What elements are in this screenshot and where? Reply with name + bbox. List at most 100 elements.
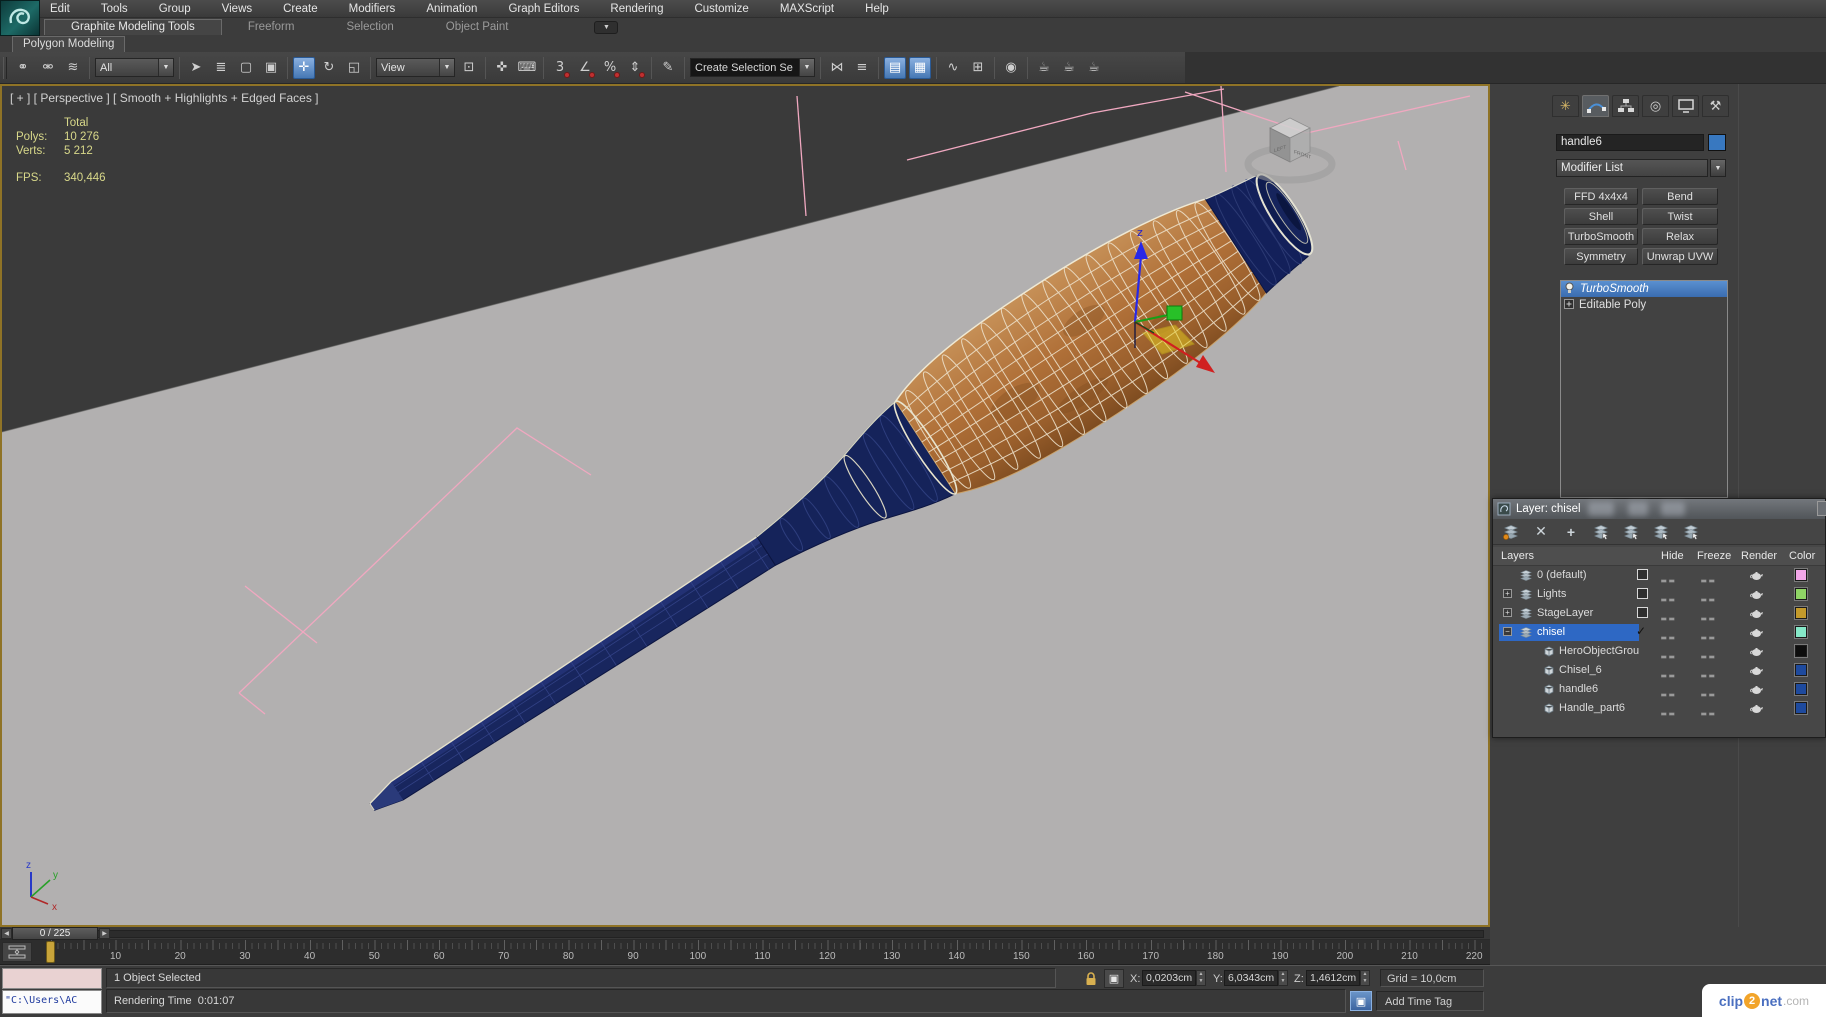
modifier-button-relax[interactable]: Relax xyxy=(1642,228,1718,245)
menu-animation[interactable]: Animation xyxy=(424,3,479,15)
spinner-snap-icon[interactable]: ⇕ xyxy=(624,57,646,79)
command-tab-hierarchy-tab[interactable] xyxy=(1612,95,1639,117)
render-toggle-teapot-icon[interactable] xyxy=(1749,589,1764,603)
hide-toggle[interactable] xyxy=(1660,707,1675,719)
modifier-button-ffd-4x4x4[interactable]: FFD 4x4x4 xyxy=(1564,188,1638,205)
layer-row-chisel[interactable]: − chisel ✓ xyxy=(1493,623,1825,642)
modifier-list-dropdown[interactable]: Modifier List xyxy=(1556,159,1708,177)
object-row-heroobjectgrou[interactable]: HeroObjectGrou xyxy=(1493,642,1825,661)
toolbar-grip[interactable] xyxy=(3,57,7,79)
current-layer-checkbox[interactable] xyxy=(1637,569,1648,580)
angle-snap-icon[interactable]: ∠ xyxy=(574,57,596,79)
select-by-name-icon[interactable]: ≣ xyxy=(210,57,232,79)
layer-manager-icon[interactable]: ▤ xyxy=(884,56,906,79)
command-tab-display-tab[interactable] xyxy=(1672,95,1699,117)
object-color-swatch[interactable] xyxy=(1708,134,1726,151)
render-toggle-teapot-icon[interactable] xyxy=(1749,627,1764,641)
modifier-button-twist[interactable]: Twist xyxy=(1642,208,1718,225)
menu-group[interactable]: Group xyxy=(157,3,193,15)
object-name-field[interactable]: handle6 xyxy=(1556,134,1704,151)
time-slider-track[interactable] xyxy=(12,930,1484,938)
object-row-handle6[interactable]: handle6 xyxy=(1493,680,1825,699)
layer-color-swatch[interactable] xyxy=(1794,568,1808,582)
select-and-manipulate-icon[interactable]: ✜ xyxy=(491,57,513,79)
menu-modifiers[interactable]: Modifiers xyxy=(347,3,398,15)
ribbon-overflow-dropdown-icon[interactable]: ▼ xyxy=(594,20,619,34)
modifier-button-unwrap-uvw[interactable]: Unwrap UVW xyxy=(1642,248,1718,265)
menu-help[interactable]: Help xyxy=(863,3,891,15)
y-spinner[interactable]: ▲ ▼ xyxy=(1278,970,1288,986)
render-toggle-teapot-icon[interactable] xyxy=(1749,570,1764,584)
maxscript-mini-listener[interactable]: "C:\Users\AC xyxy=(2,990,102,1014)
render-toggle-teapot-icon[interactable] xyxy=(1749,646,1764,660)
freeze-toggle[interactable] xyxy=(1700,707,1715,719)
bind-to-space-warp-icon[interactable]: ≋ xyxy=(62,57,84,79)
menu-edit[interactable]: Edit xyxy=(48,3,72,15)
maxscript-macro-recorder[interactable] xyxy=(2,968,102,989)
render-toggle-teapot-icon[interactable] xyxy=(1749,665,1764,679)
viewport-scene[interactable]: z LEFT FRONT z y x xyxy=(1,85,1488,925)
ribbon-tab-selection[interactable]: Selection xyxy=(320,20,419,35)
current-layer-checkbox[interactable] xyxy=(1637,607,1648,618)
ribbon-tab-graphite-modeling-tools[interactable]: Graphite Modeling Tools xyxy=(44,19,222,35)
collapse-minus-icon[interactable]: − xyxy=(1503,627,1512,636)
render-setup-icon[interactable]: ☕ xyxy=(1033,57,1055,79)
percent-snap-icon[interactable]: % xyxy=(599,57,621,79)
command-tab-motion-tab[interactable]: ◎ xyxy=(1642,95,1669,117)
menu-graph-editors[interactable]: Graph Editors xyxy=(506,3,581,15)
modifier-stack[interactable]: TurboSmooth Editable Poly xyxy=(1560,280,1728,498)
modifier-on-off-bulb-icon[interactable] xyxy=(1564,282,1575,297)
menu-tools[interactable]: Tools xyxy=(99,3,130,15)
viewport-label[interactable]: [ + ] [ Perspective ] [ Smooth + Highlig… xyxy=(10,91,319,105)
object-row-handle-part6[interactable]: Handle_part6 xyxy=(1493,699,1825,718)
unlink-selection-icon[interactable]: ⚮ xyxy=(37,57,59,79)
rectangular-selection-region-icon[interactable]: ▢ xyxy=(235,57,257,79)
layer-color-swatch[interactable] xyxy=(1794,701,1808,715)
menu-maxscript[interactable]: MAXScript xyxy=(778,3,836,15)
layer-color-swatch[interactable] xyxy=(1794,587,1808,601)
stack-item-turbosmooth[interactable]: TurboSmooth xyxy=(1561,281,1727,297)
window-crossing-icon[interactable]: ▣ xyxy=(260,57,282,79)
snaps-toggle-3d-icon[interactable]: 3 xyxy=(549,57,571,79)
add-selection-to-current-layer-icon[interactable]: + xyxy=(1561,523,1581,541)
y-coord-field[interactable]: 6,0343cm xyxy=(1224,970,1278,986)
align-icon[interactable]: ≡ xyxy=(851,57,873,79)
select-and-link-icon[interactable]: ⚭ xyxy=(12,57,34,79)
render-production-icon[interactable]: ☕ xyxy=(1083,57,1105,79)
layer-row-0-default-[interactable]: 0 (default) xyxy=(1493,566,1825,585)
expand-plus-icon[interactable]: + xyxy=(1503,608,1512,617)
track-bar[interactable]: 10 20 30 40 50 60 70 80 90 100 110 120 130 140 150 160 1… xyxy=(0,940,1490,965)
modifier-button-bend[interactable]: Bend xyxy=(1642,188,1718,205)
menu-rendering[interactable]: Rendering xyxy=(608,3,665,15)
select-highlighted-objects-icon[interactable] xyxy=(1591,523,1611,541)
modifier-button-shell[interactable]: Shell xyxy=(1564,208,1638,225)
curve-editor-icon[interactable]: ∿ xyxy=(942,57,964,79)
layer-row-stagelayer[interactable]: + StageLayer xyxy=(1493,604,1825,623)
x-spinner[interactable]: ▲ ▼ xyxy=(1196,970,1206,986)
x-coord-field[interactable]: 0,0203cm xyxy=(1142,970,1196,986)
menu-create[interactable]: Create xyxy=(281,3,320,15)
use-pivot-point-center-icon[interactable]: ⊡ xyxy=(458,57,480,79)
layer-row-lights[interactable]: + Lights xyxy=(1493,585,1825,604)
stack-item-editable-poly[interactable]: Editable Poly xyxy=(1561,297,1727,313)
graphite-ribbon-toggle-icon[interactable]: ▦ xyxy=(909,56,931,79)
ribbon-tab-object-paint[interactable]: Object Paint xyxy=(420,20,535,35)
named-selection-sets-dropdown[interactable]: Create Selection Se ▼ xyxy=(690,58,815,77)
menu-customize[interactable]: Customize xyxy=(692,3,750,15)
rendered-frame-window-icon[interactable]: ☕ xyxy=(1058,57,1080,79)
selection-filter-dropdown[interactable]: All ▼ xyxy=(95,58,174,77)
delete-highlighted-empty-layers-icon[interactable]: ✕ xyxy=(1531,523,1551,541)
layer-manager-window[interactable]: Layer: chisel ✕ + Layers Hide Freeze Rend… xyxy=(1492,498,1826,738)
keyboard-shortcut-override-icon[interactable]: ⌨ xyxy=(516,57,538,79)
modifier-button-symmetry[interactable]: Symmetry xyxy=(1564,248,1638,265)
reference-coordinate-system-dropdown[interactable]: View ▼ xyxy=(376,58,455,77)
layer-color-swatch[interactable] xyxy=(1794,606,1808,620)
render-toggle-teapot-icon[interactable] xyxy=(1749,684,1764,698)
time-slider[interactable]: 0 / 225 xyxy=(12,927,98,940)
mini-curve-editor-button[interactable] xyxy=(2,942,32,962)
layer-window-titlebar[interactable]: Layer: chisel xyxy=(1493,499,1826,519)
select-and-move-icon[interactable]: ✛ xyxy=(293,56,315,79)
timeline-ruler[interactable] xyxy=(36,940,1484,950)
get-current-layer-icon[interactable] xyxy=(1651,523,1671,541)
command-tab-modify-tab[interactable] xyxy=(1582,95,1609,117)
